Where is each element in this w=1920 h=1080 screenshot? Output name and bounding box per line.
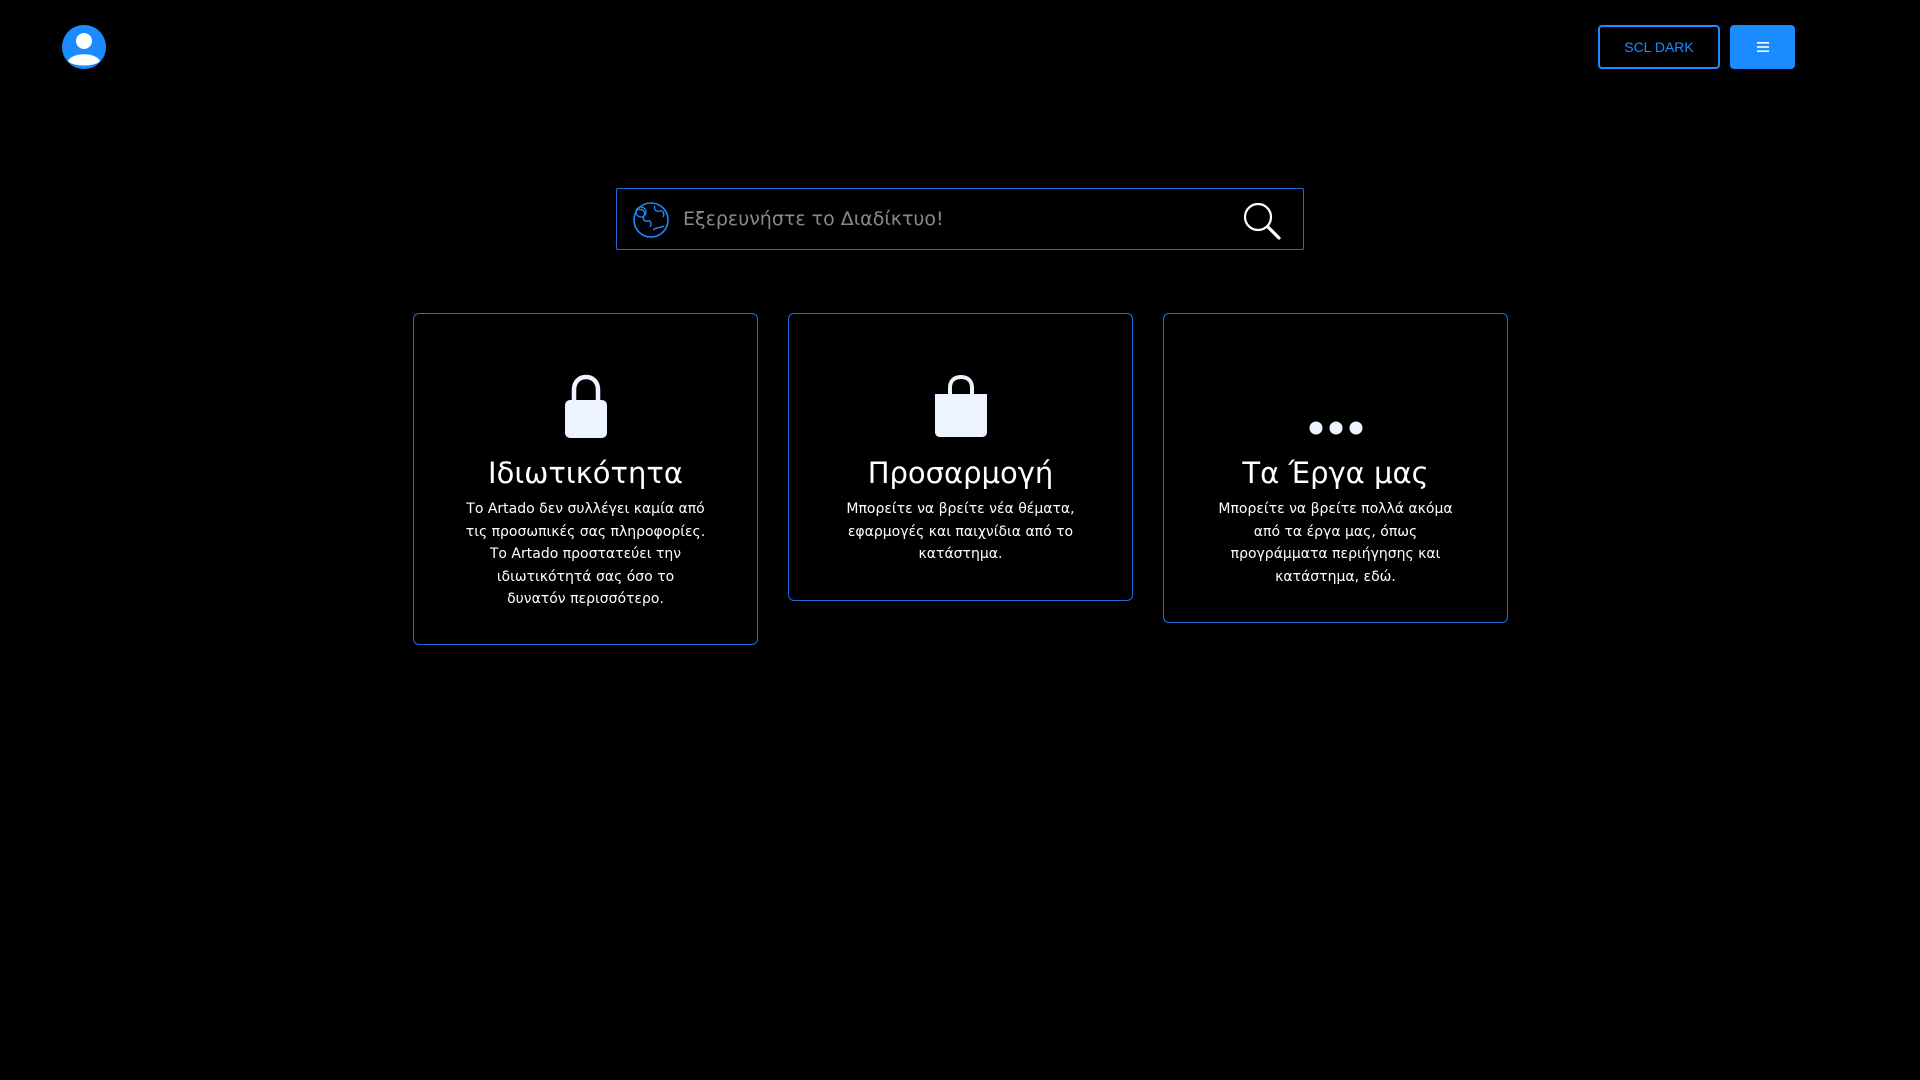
user-icon-graphic: [62, 25, 106, 69]
card-title: Τα Έργα μας: [1242, 456, 1429, 490]
hamburger-menu-icon: [1756, 42, 1769, 52]
hamburger-menu-button[interactable]: [1730, 25, 1795, 69]
more-dots-icon: [1184, 372, 1487, 438]
search-bar: [616, 188, 1304, 250]
card-description: Μπορείτε να βρείτε πολλά ακόμα από τα έρ…: [1218, 501, 1453, 585]
shopping-bag-icon: [809, 372, 1112, 438]
card-description: Μπορείτε να βρείτε νέα θέματα, εφαρμογές…: [846, 501, 1075, 562]
card-description: Το Artado δεν συλλέγει καμία από τις προ…: [465, 501, 706, 607]
theme-toggle-button[interactable]: SCL DARK: [1598, 25, 1720, 69]
our-projects-card[interactable]: Τα Έργα μας Μπορείτε να βρείτε πολλά ακό…: [1163, 313, 1508, 623]
customization-card[interactable]: Προσαρμογή Μπορείτε να βρείτε νέα θέματα…: [788, 313, 1133, 601]
card-title: Ιδιωτικότητα: [488, 456, 683, 490]
search-input[interactable]: [683, 199, 1223, 239]
card-title: Προσαρμογή: [867, 456, 1054, 490]
search-icon[interactable]: [1241, 200, 1283, 242]
lock-icon: [434, 372, 737, 438]
privacy-card[interactable]: Ιδιωτικότητα Το Artado δεν συλλέγει καμί…: [413, 313, 758, 645]
user-avatar-icon[interactable]: [62, 25, 106, 69]
page: SCL DARK Ιδιωτικότητα: [0, 0, 1920, 1080]
globe-icon[interactable]: [631, 200, 671, 240]
